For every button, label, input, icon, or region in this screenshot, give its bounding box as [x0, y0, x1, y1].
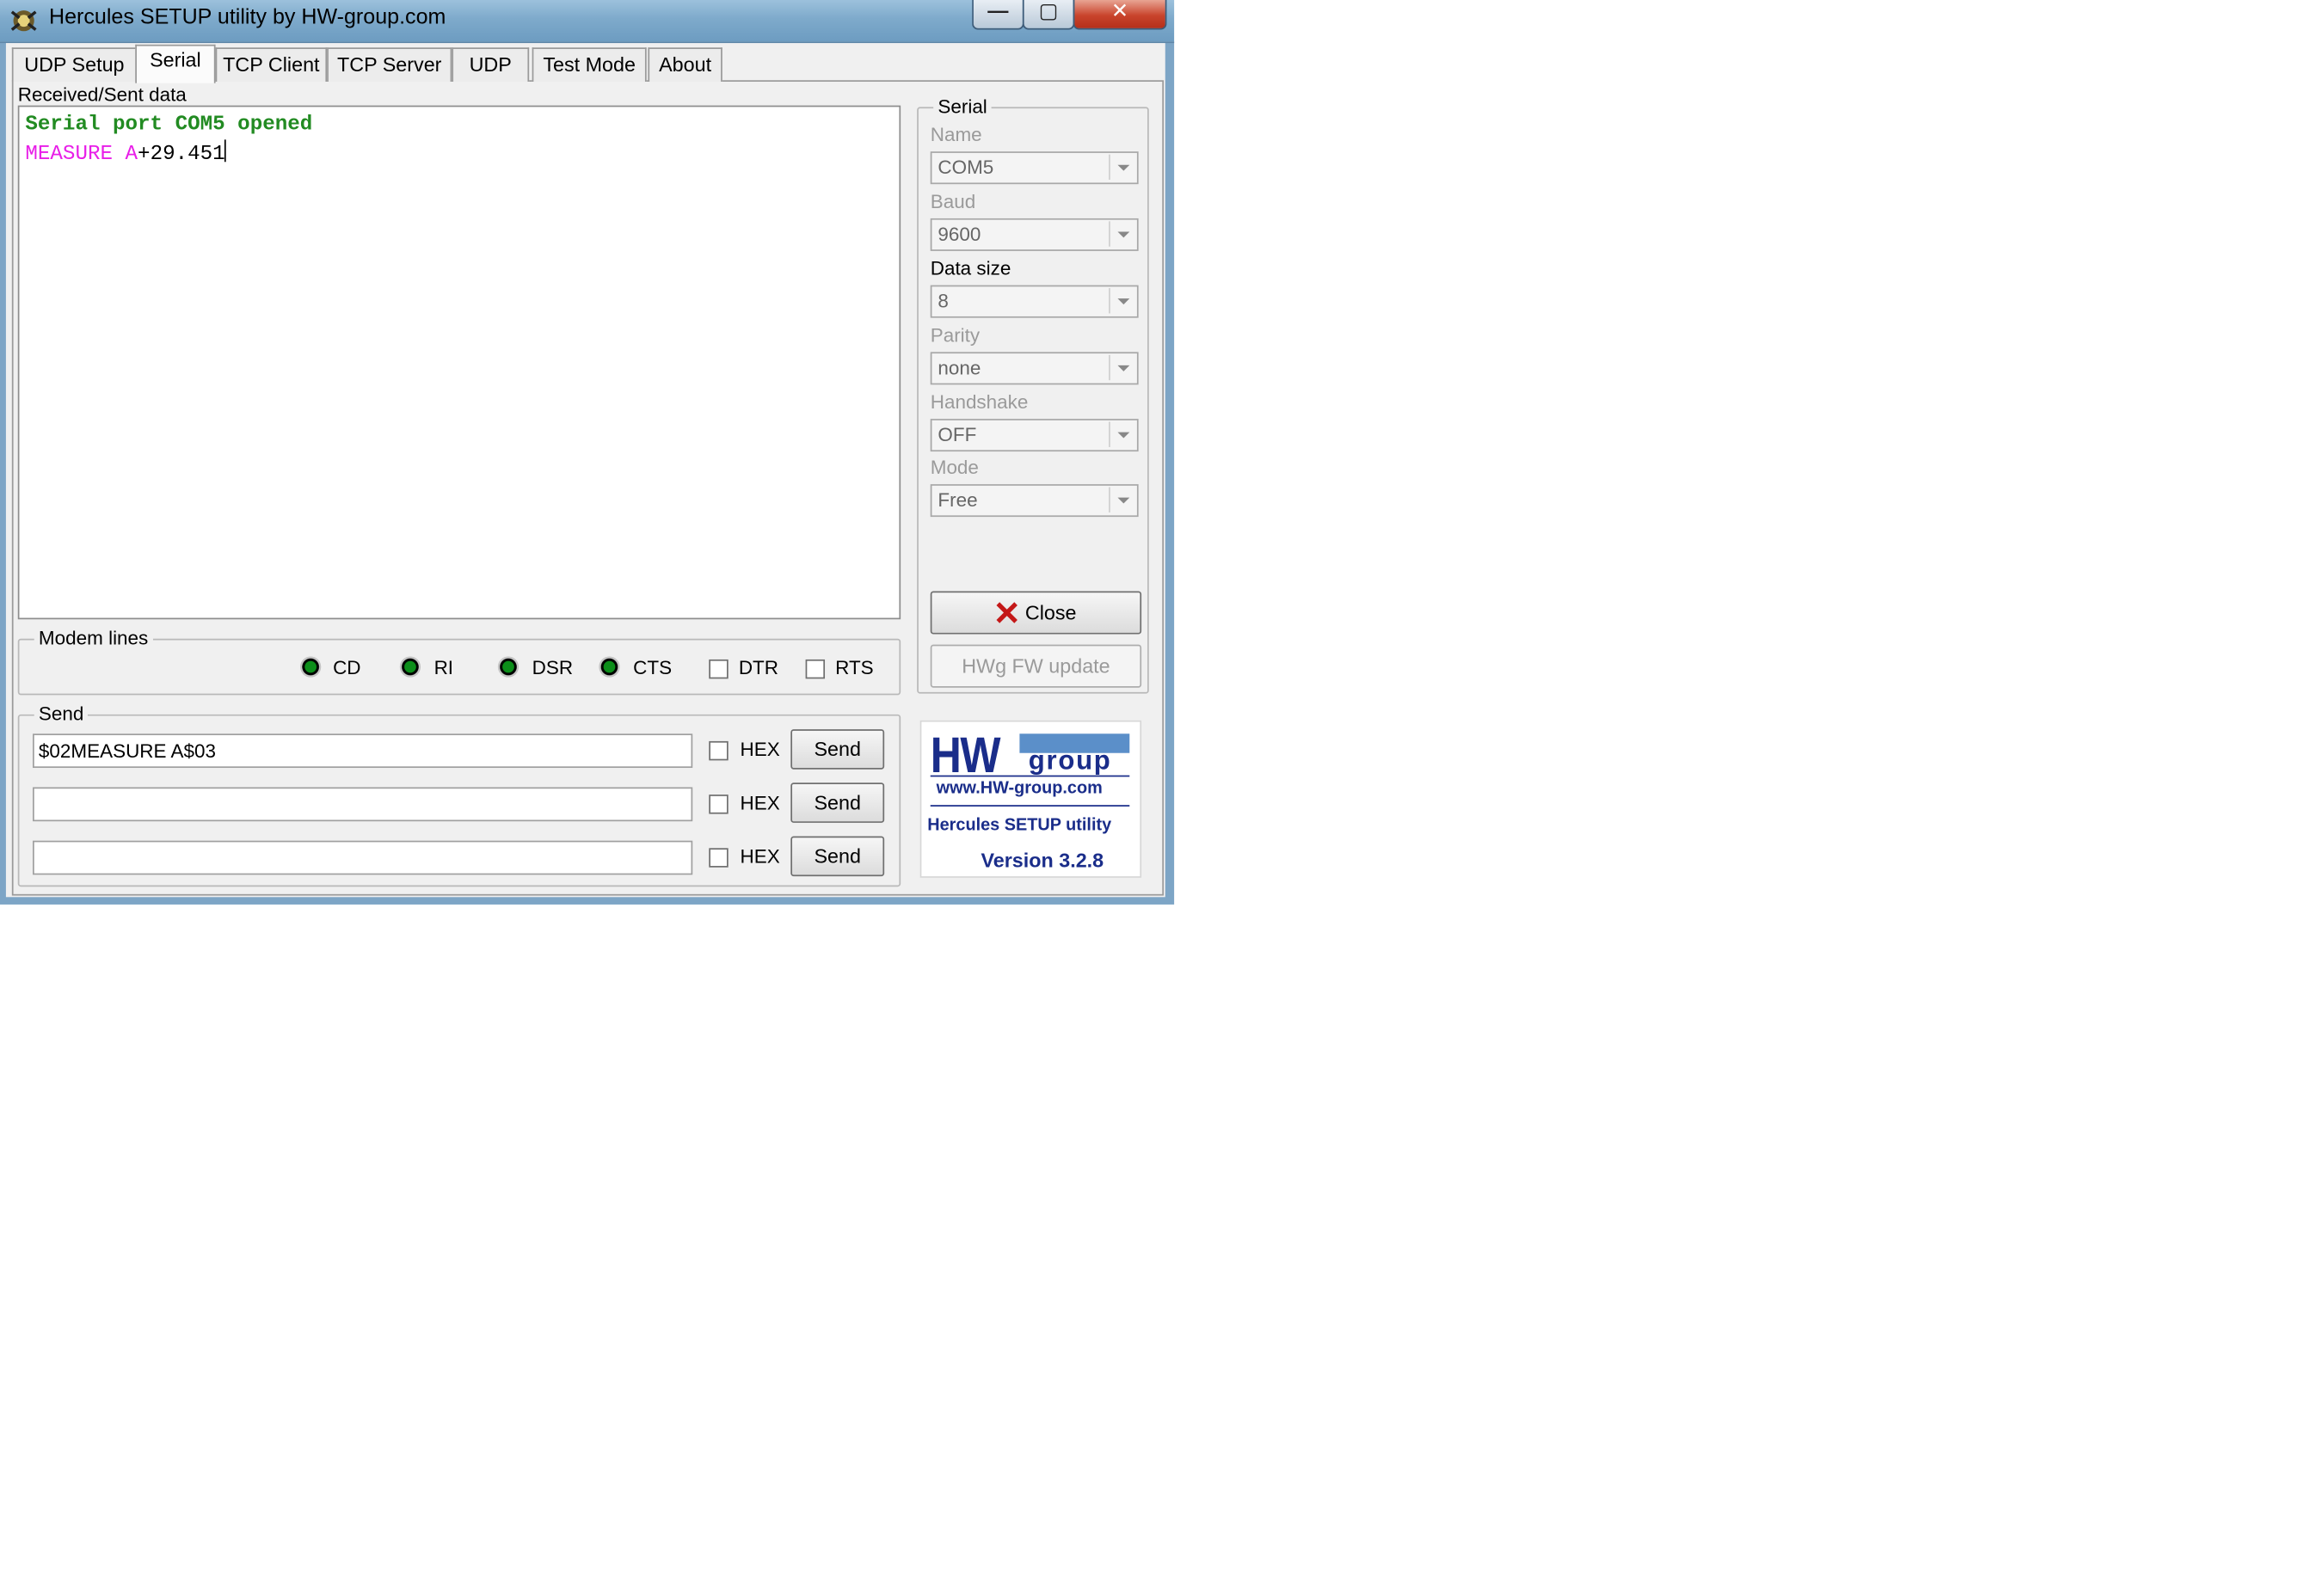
dtr-checkbox[interactable] [709, 659, 729, 679]
sent-command-text: MEASURE A [25, 142, 138, 167]
mode-select[interactable]: Free [930, 484, 1139, 518]
close-port-button[interactable]: Close [930, 591, 1142, 635]
hex-checkbox-2[interactable] [709, 795, 729, 814]
window-title: Hercules SETUP utility by HW-group.com [49, 5, 446, 30]
rts-checkbox[interactable] [805, 659, 826, 679]
received-data-textarea[interactable]: Serial port COM5 opened MEASURE A+29.451 [17, 105, 901, 620]
data-size-select[interactable]: 8 [930, 285, 1139, 318]
cts-led-icon [599, 656, 620, 678]
close-icon: ✕ [1110, 0, 1129, 22]
logo-divider [930, 775, 1130, 777]
tab-tcp-client[interactable]: TCP Client [215, 47, 328, 83]
baud-value: 9600 [938, 223, 981, 246]
maximize-button[interactable]: ▢ [1022, 0, 1075, 30]
logo-product: Hercules SETUP utility [927, 817, 1112, 835]
data-size-value: 8 [938, 289, 949, 312]
parity-select[interactable]: none [930, 352, 1139, 385]
logo-divider [930, 805, 1130, 807]
logo-url: www.HW-group.com [936, 779, 1103, 798]
send-button-2[interactable]: Send [790, 782, 885, 823]
baud-label: Baud [930, 190, 976, 213]
cd-label: CD [333, 656, 361, 679]
parity-value: none [938, 356, 981, 379]
send-title: Send [34, 703, 89, 725]
logo-hw-text: HW [930, 727, 1001, 785]
close-window-button[interactable]: ✕ [1073, 0, 1167, 30]
logo-group-text: group [1028, 746, 1112, 776]
received-sent-label: Received/Sent data [17, 83, 187, 106]
send-button-1[interactable]: Send [790, 729, 885, 770]
serial-settings-title: Serial [933, 95, 993, 118]
text-caret [224, 139, 227, 163]
tab-serial[interactable]: Serial [135, 44, 216, 83]
hex-label-3: HEX [740, 844, 780, 868]
measurement-line: MEASURE A+29.451 [25, 139, 227, 167]
hex-checkbox-3[interactable] [709, 848, 729, 868]
tab-test-mode[interactable]: Test Mode [532, 47, 647, 83]
tab-udp-setup[interactable]: UDP Setup [11, 47, 137, 83]
fw-update-button[interactable]: HWg FW update [930, 644, 1142, 688]
minimize-button[interactable]: — [972, 0, 1024, 30]
window-inner: Hercules SETUP utility by HW-group.com —… [0, 0, 1175, 905]
tab-about[interactable]: About [648, 47, 722, 83]
hex-label-2: HEX [740, 791, 780, 814]
handshake-select[interactable]: OFF [930, 419, 1139, 452]
hw-group-logo: HW group www.HW-group.com Hercules SETUP… [919, 720, 1142, 878]
ri-label: RI [433, 656, 454, 679]
hercules-app-icon [10, 10, 37, 32]
chevron-down-icon [1109, 421, 1135, 447]
mode-label: Mode [930, 456, 979, 479]
close-x-icon [995, 602, 1016, 623]
dsr-led-icon [497, 656, 520, 678]
baud-select[interactable]: 9600 [930, 218, 1139, 251]
ri-led-icon [399, 656, 421, 678]
chevron-down-icon [1109, 487, 1135, 512]
rts-label: RTS [835, 656, 874, 679]
tab-udp[interactable]: UDP [452, 47, 530, 83]
modem-lines-title: Modem lines [34, 626, 153, 649]
maximize-icon: ▢ [1038, 0, 1059, 22]
hex-label-1: HEX [740, 738, 780, 761]
name-label: Name [930, 123, 982, 146]
title-bar[interactable]: Hercules SETUP utility by HW-group.com —… [0, 0, 1175, 44]
chevron-down-icon [1109, 221, 1135, 247]
send-input-1-value: $02MEASURE A$03 [38, 739, 216, 763]
send-input-1[interactable]: $02MEASURE A$03 [33, 733, 693, 769]
tab-tcp-server[interactable]: TCP Server [327, 47, 452, 83]
cd-led-icon [300, 656, 322, 678]
parity-label: Parity [930, 323, 981, 347]
send-input-2[interactable] [33, 787, 693, 822]
app-window: Hercules SETUP utility by HW-group.com —… [0, 0, 2051, 1577]
dtr-label: DTR [738, 656, 778, 679]
minimize-icon: — [987, 0, 1009, 22]
send-input-3[interactable] [33, 840, 693, 875]
dsr-label: DSR [532, 656, 574, 679]
chevron-down-icon [1109, 154, 1135, 181]
handshake-value: OFF [938, 423, 977, 446]
send-button-3[interactable]: Send [790, 836, 885, 877]
cts-label: CTS [633, 656, 673, 679]
port-name-value: COM5 [938, 156, 994, 179]
mode-value: Free [938, 488, 978, 512]
received-value-text: +29.451 [138, 142, 225, 167]
port-name-select[interactable]: COM5 [930, 151, 1139, 185]
hex-checkbox-1[interactable] [709, 740, 729, 761]
chevron-down-icon [1109, 288, 1135, 314]
chevron-down-icon [1109, 354, 1135, 381]
port-opened-line: Serial port COM5 opened [25, 113, 313, 137]
logo-version: Version 3.2.8 [981, 850, 1104, 872]
close-port-label: Close [1024, 601, 1077, 624]
data-size-label: Data size [930, 256, 1011, 279]
handshake-label: Handshake [930, 390, 1029, 414]
